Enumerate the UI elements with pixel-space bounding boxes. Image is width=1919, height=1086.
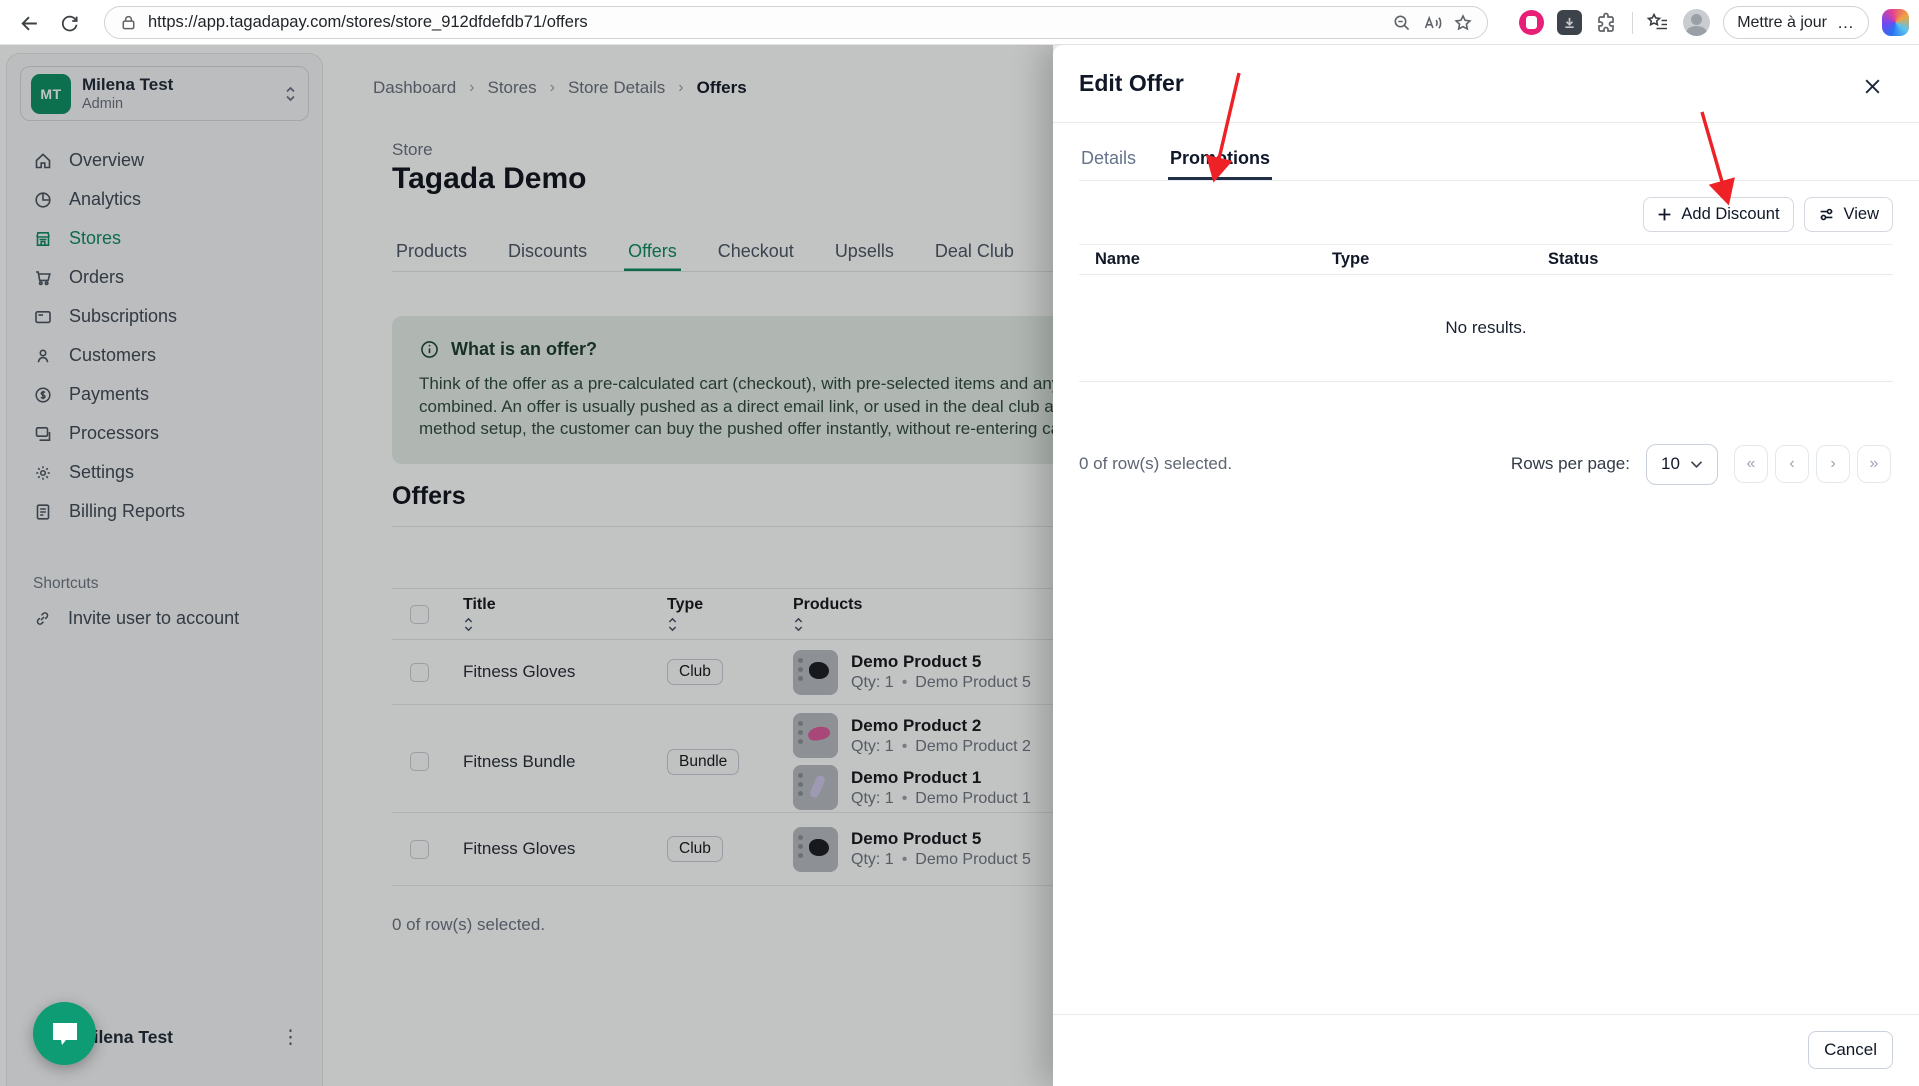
drawer-header-divider [1053,122,1919,123]
drawer-footer: Cancel [1053,1014,1919,1086]
close-button[interactable] [1859,73,1885,99]
plus-icon [1658,208,1671,221]
selection-status: 0 of row(s) selected. [1079,454,1233,473]
extension-pink-icon[interactable] [1519,10,1545,35]
first-page-button[interactable]: « [1734,445,1768,483]
address-bar[interactable]: https://app.tagadapay.com/stores/store_9… [104,6,1488,39]
back-arrow-icon [20,16,37,30]
drawer-actions: Add Discount View [1643,197,1893,232]
chevron-down-icon [1690,460,1703,468]
favorite-star-icon[interactable] [1453,13,1473,33]
column-header-type: Type [1332,250,1370,268]
rows-per-page-select[interactable]: 10 [1646,443,1718,485]
browser-refresh-button[interactable] [54,8,84,38]
read-aloud-icon[interactable] [1422,13,1443,33]
chat-launcher-button[interactable] [33,1002,96,1065]
download-arrow-icon [1565,17,1574,29]
browser-back-button[interactable] [14,8,44,38]
previous-page-button[interactable]: ‹ [1775,445,1809,483]
extensions-puzzle-icon[interactable] [1595,11,1619,35]
view-settings-icon [1820,208,1832,221]
edit-offer-drawer: Edit Offer Details Promotions Add Discou… [1053,45,1919,1086]
url-text[interactable]: https://app.tagadapay.com/stores/store_9… [148,13,1382,32]
chat-bubble-icon [52,1022,77,1045]
add-discount-button[interactable]: Add Discount [1643,197,1794,232]
refresh-icon [61,15,78,31]
drawer-tabs: Details Promotions [1079,136,1919,181]
empty-state: No results. [1079,275,1893,382]
cancel-button[interactable]: Cancel [1808,1031,1893,1069]
column-header-status: Status [1548,250,1599,268]
extension-download-icon[interactable] [1557,10,1583,35]
pagination-buttons: « ‹ › » [1734,445,1891,483]
next-page-button[interactable]: › [1816,445,1850,483]
toolbar-divider [1632,11,1634,34]
modal-overlay[interactable] [0,45,1053,1086]
browser-toolbar: https://app.tagadapay.com/stores/store_9… [0,0,1919,45]
rows-per-page-label: Rows per page: [1510,454,1630,473]
favorites-bar-icon[interactable] [1646,12,1670,34]
table-header-row: Name Type Status [1079,244,1893,275]
copilot-icon[interactable] [1882,9,1909,36]
zoom-out-icon[interactable] [1392,13,1412,33]
browser-profile-avatar[interactable] [1683,9,1711,36]
last-page-button[interactable]: » [1857,445,1891,483]
pagination-bar: 0 of row(s) selected. Rows per page: 10 … [1079,440,1891,488]
update-label: Mettre à jour [1737,13,1827,31]
browser-update-button[interactable]: Mettre à jour … [1723,6,1869,39]
lock-icon [122,15,135,30]
drawer-title: Edit Offer [1079,70,1184,96]
close-icon [1864,78,1880,94]
tab-promotions[interactable]: Promotions [1168,136,1272,180]
column-header-name: Name [1095,250,1140,268]
tab-details[interactable]: Details [1079,136,1138,180]
promotions-table: Name Type Status No results. [1079,244,1893,382]
browser-menu-dots-icon[interactable]: … [1837,13,1855,33]
page-background: MT Milena Test Admin Overview Analytics … [0,45,1053,1086]
view-button[interactable]: View [1803,197,1893,232]
